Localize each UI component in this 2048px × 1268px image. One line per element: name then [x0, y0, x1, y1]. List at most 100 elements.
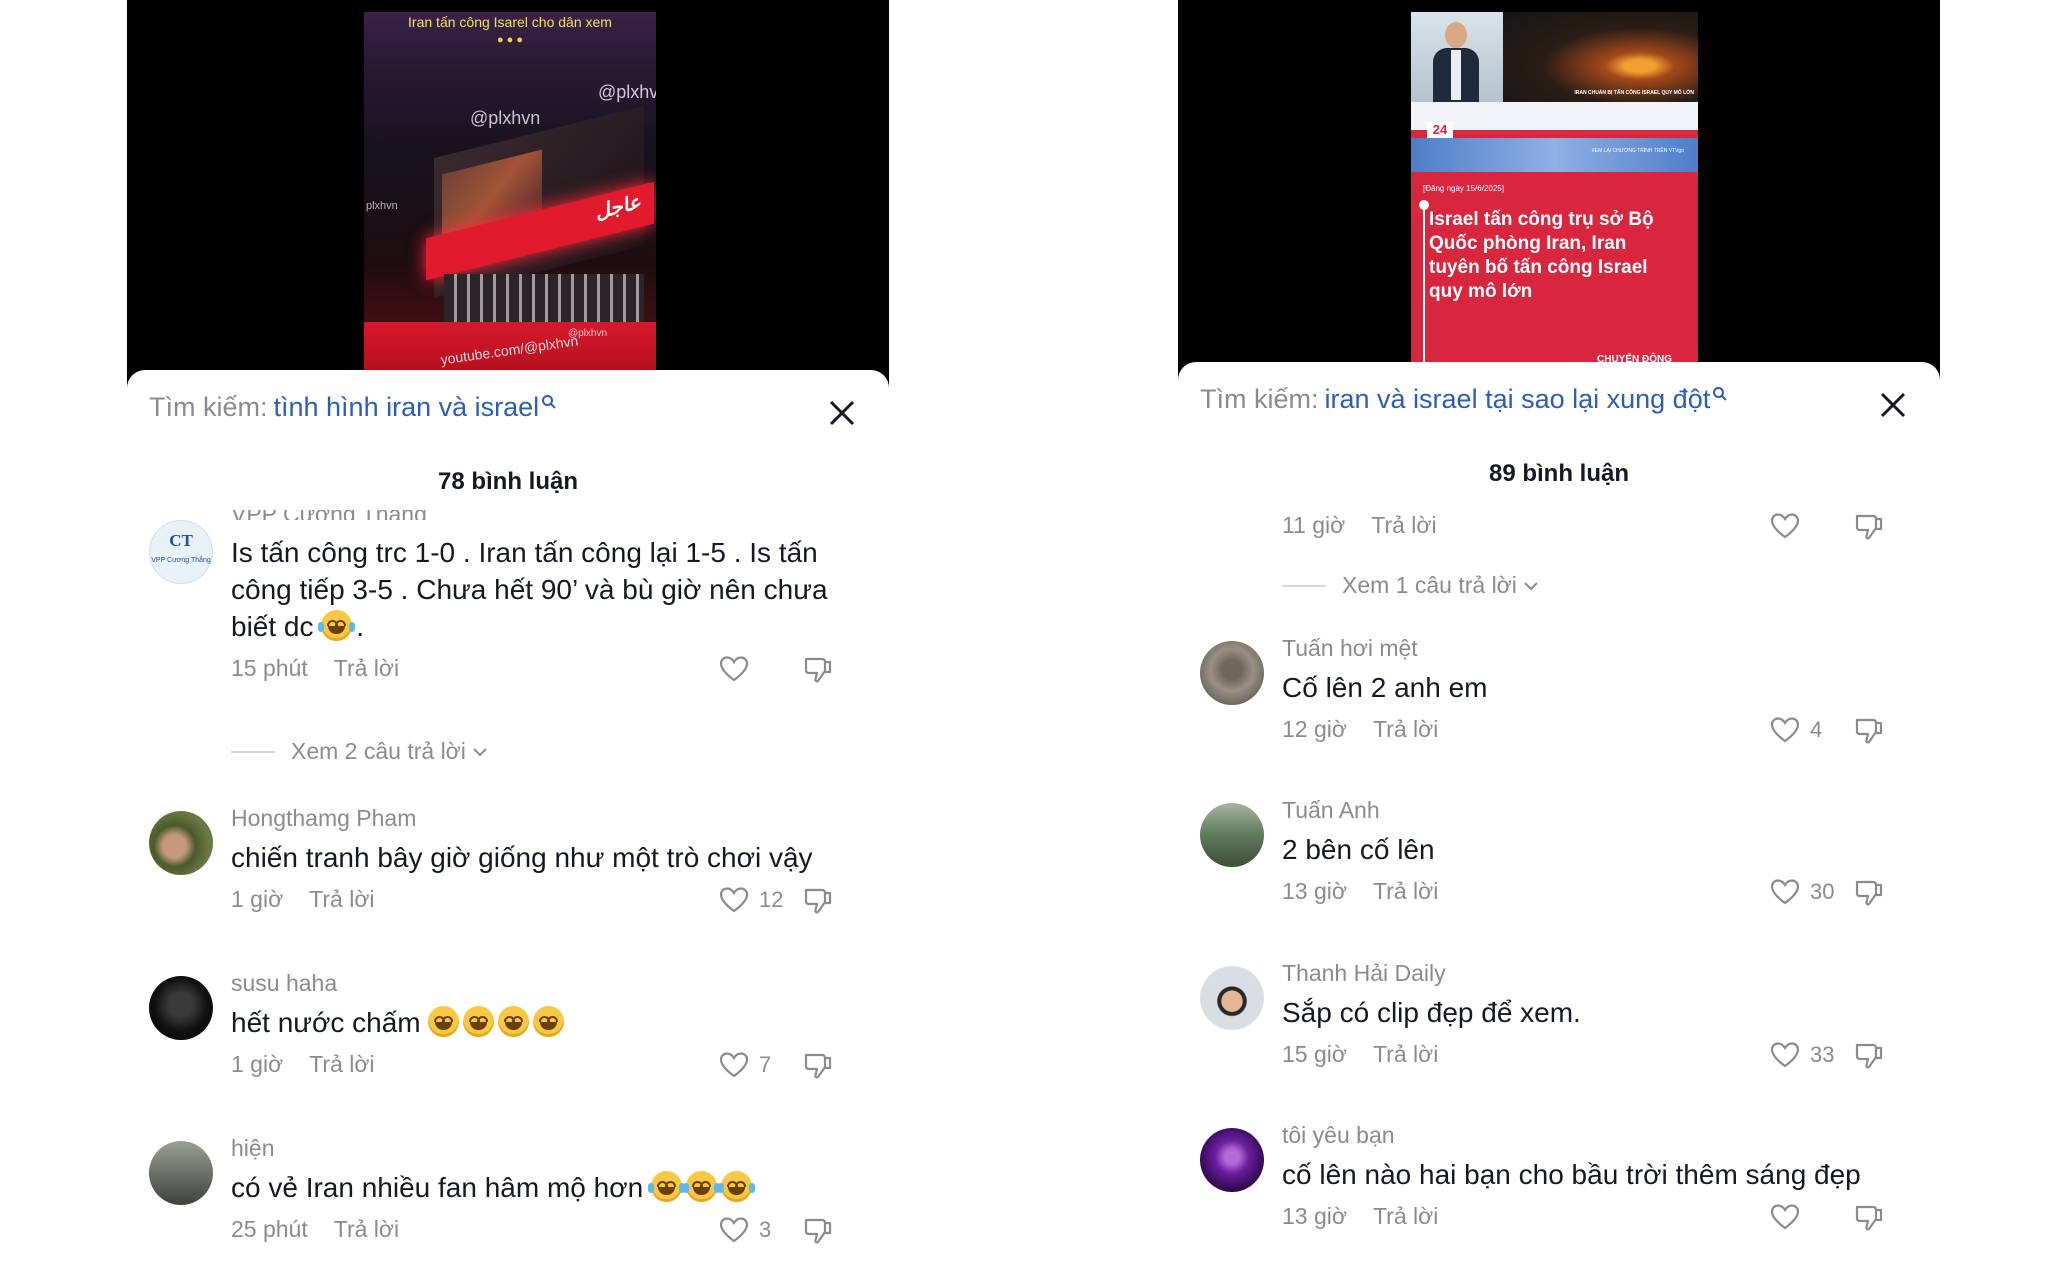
heart-outline-icon — [1770, 717, 1800, 743]
like-button[interactable]: 33 — [1770, 1041, 1834, 1069]
divider-line — [231, 750, 275, 753]
video-thumbnail[interactable]: Iran tấn công Isarel cho dân xem ● ● ● @… — [364, 12, 656, 370]
dislike-button[interactable] — [1854, 1041, 1884, 1077]
dislike-button[interactable] — [1854, 878, 1884, 914]
reply-button[interactable]: Trả lời — [309, 886, 374, 912]
comment-item: susu haha hết nước chấm 1 giờ Trả lời 7 — [149, 970, 869, 1087]
video-player[interactable]: IRAN CHUẨN BỊ TẤN CÔNG ISRAEL QUY MÔ LỚN… — [1178, 0, 1940, 380]
view-replies-button[interactable]: Xem 1 câu trả lời — [1282, 572, 1539, 599]
pillars — [444, 274, 644, 322]
laughing-crying-emoji — [647, 1171, 685, 1202]
video-thumbnail[interactable]: IRAN CHUẨN BỊ TẤN CÔNG ISRAEL QUY MÔ LỚN… — [1411, 12, 1698, 368]
dislike-button[interactable] — [1854, 1203, 1884, 1239]
comment-meta: 15 phút Trả lời — [231, 655, 867, 687]
like-button[interactable]: 7 — [719, 1051, 771, 1079]
comment-time: 13 giờ — [1282, 1203, 1347, 1229]
comment-count: 78 bình luận — [437, 468, 578, 495]
avatar[interactable]: CT VPP Cương Thắng — [149, 520, 213, 584]
avatar[interactable] — [149, 1141, 213, 1205]
like-count: 7 — [759, 1052, 772, 1077]
search-suggestion[interactable]: Tìm kiếm: tình hình iran và israel — [149, 392, 557, 423]
like-button[interactable]: 4 — [1770, 716, 1822, 744]
heart-outline-icon — [1770, 879, 1800, 905]
comment-text: hết nước chấm — [231, 1004, 867, 1041]
dislike-button[interactable] — [803, 655, 833, 691]
news-headline: Israel tấn công trụ sở Bộ Quốc phòng Ira… — [1429, 209, 1654, 302]
thumb-down-icon — [804, 1053, 832, 1079]
reply-button[interactable]: Trả lời — [309, 1051, 374, 1077]
comment-meta: 13 giờ Trả lời — [1282, 1203, 1918, 1235]
comment-username[interactable]: Tuấn Anh — [1282, 795, 1918, 825]
comment-item: Thanh Hải Daily Sắp có clip đẹp để xem. … — [1200, 960, 1920, 1076]
watermark: @plxhvn — [470, 108, 541, 128]
like-button[interactable]: 12 — [719, 886, 783, 914]
close-icon[interactable] — [1878, 390, 1908, 420]
comment-time: 25 phút — [231, 1216, 308, 1242]
comment-text: 2 bên cố lên — [1282, 834, 1435, 865]
dislike-button[interactable] — [1854, 716, 1884, 752]
video-player[interactable]: Iran tấn công Isarel cho dân xem ● ● ● @… — [127, 0, 889, 390]
chevron-down-icon — [473, 747, 487, 756]
view-replies-button[interactable]: Xem 2 câu trả lời — [231, 738, 488, 765]
like-button[interactable] — [1770, 1203, 1810, 1231]
avatar[interactable] — [1200, 1128, 1264, 1192]
avatar[interactable] — [149, 811, 213, 875]
thumb-down-icon — [1855, 1205, 1883, 1231]
search-query-link[interactable]: tình hình iran và israel — [274, 392, 540, 422]
avatar[interactable] — [149, 976, 213, 1040]
reply-button[interactable]: Trả lời — [334, 655, 399, 681]
reply-button[interactable]: Trả lời — [1371, 512, 1436, 538]
like-button[interactable]: 3 — [719, 1216, 771, 1244]
grinning-emoji — [463, 1006, 495, 1037]
reply-button[interactable]: Trả lời — [334, 1216, 399, 1242]
comment-username[interactable]: tôi yêu bạn — [1282, 1120, 1918, 1150]
like-button[interactable]: 30 — [1770, 878, 1834, 906]
heart-outline-icon — [719, 1217, 749, 1243]
thumb-down-icon — [1855, 514, 1883, 540]
watermark: @plxhvn — [568, 328, 608, 339]
comment-text: cố lên nào hai bạn cho bầu trời thêm sán… — [1282, 1159, 1861, 1190]
date-tag: [Đăng ngày 15/6/2025] — [1423, 184, 1504, 193]
magnifier-icon — [541, 386, 557, 417]
comment-username[interactable]: susu haha — [231, 968, 867, 998]
close-icon[interactable] — [827, 398, 857, 428]
reply-button[interactable]: Trả lời — [1373, 716, 1438, 742]
comment-username[interactable]: Thanh Hải Daily — [1282, 958, 1918, 988]
blue-ticker: XEM LẠI CHƯƠNG TRÌNH TRÊN VTVgo — [1411, 138, 1698, 172]
avatar-logo-sub: VPP Cương Thắng — [151, 557, 211, 564]
comment-username[interactable]: hiện — [231, 1133, 867, 1163]
reply-button[interactable]: Trả lời — [1373, 1203, 1438, 1229]
dislike-button[interactable] — [803, 1051, 833, 1087]
dislike-button[interactable] — [803, 886, 833, 922]
avatar[interactable] — [1200, 641, 1264, 705]
reply-button[interactable]: Trả lời — [1373, 1041, 1438, 1067]
comment-time: 1 giờ — [231, 1051, 284, 1077]
dislike-button[interactable] — [1854, 512, 1884, 548]
comment-username[interactable]: Tuấn hơi mệt — [1282, 633, 1918, 663]
dislike-button[interactable] — [803, 1216, 833, 1252]
view-replies-label: Xem 1 câu trả lời — [1342, 572, 1517, 598]
search-suggestion[interactable]: Tìm kiếm: iran và israel tại sao lại xung… — [1200, 384, 1728, 415]
comment-username[interactable]: Hongthamg Pham — [231, 803, 867, 833]
avatar[interactable] — [1200, 966, 1264, 1030]
white-band — [1411, 102, 1698, 130]
thumb-down-icon — [804, 1218, 832, 1244]
grinning-emoji — [428, 1006, 460, 1037]
comment-meta: 15 giờ Trả lời 33 — [1282, 1041, 1918, 1073]
search-prefix: Tìm kiếm: — [1200, 384, 1319, 414]
view-replies-label: Xem 2 câu trả lời — [291, 738, 466, 764]
heart-outline-icon — [1770, 1204, 1800, 1230]
comment-text-body: có vẻ Iran nhiều fan hâm mộ hơn — [231, 1172, 644, 1203]
comment-item: tôi yêu bạn cố lên nào hai bạn cho bầu t… — [1200, 1122, 1920, 1238]
avatar[interactable] — [1200, 803, 1264, 867]
like-button[interactable] — [719, 655, 759, 683]
comment-time: 15 phút — [231, 655, 308, 681]
comment-meta: 11 giờ Trả lời — [1282, 512, 1918, 544]
fire-scene: IRAN CHUẨN BỊ TẤN CÔNG ISRAEL QUY MÔ LỚN — [1503, 12, 1698, 102]
like-button[interactable] — [1770, 512, 1800, 540]
search-query-link[interactable]: iran và israel tại sao lại xung đột — [1325, 384, 1711, 414]
chevron-down-icon — [1524, 581, 1538, 590]
reply-button[interactable]: Trả lời — [1373, 878, 1438, 904]
heart-outline-icon — [719, 1052, 749, 1078]
comment-username[interactable]: VPP Cương Thắng — [231, 510, 867, 520]
